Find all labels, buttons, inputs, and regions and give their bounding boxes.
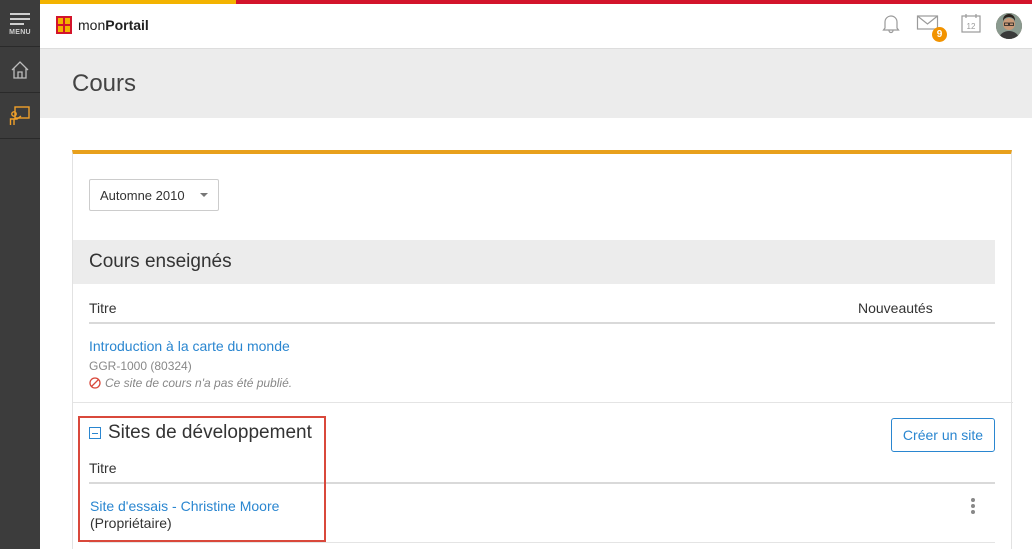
left-sidebar: MENU [0, 0, 40, 549]
menu-icon [10, 10, 30, 28]
calendar-button[interactable]: 12 [960, 12, 982, 39]
brand[interactable]: mon Portail [56, 16, 149, 34]
user-photo-icon [996, 12, 1022, 39]
more-options-icon[interactable] [971, 498, 975, 516]
messages-button[interactable]: 9 [916, 13, 947, 42]
menu-label: MENU [9, 29, 31, 36]
top-actions: 9 12 [866, 12, 1022, 42]
messages-badge: 9 [932, 27, 947, 42]
brand-stripe [40, 0, 1032, 4]
create-site-button[interactable]: Créer un site [891, 418, 995, 452]
brand-name: Portail [105, 17, 149, 33]
not-published-icon [89, 377, 101, 389]
taught-header-rule [89, 322, 995, 324]
avatar[interactable] [996, 12, 1022, 39]
page-title: Cours [72, 70, 137, 97]
university-logo-icon [56, 16, 72, 34]
course-status-text: Ce site de cours n'a pas été publié. [105, 376, 293, 390]
highlight-box [78, 416, 326, 542]
caret-down-icon [200, 193, 208, 197]
notifications-button[interactable] [880, 12, 902, 39]
page-header: Cours [40, 50, 1032, 118]
taught-section-header: Cours enseignés [73, 240, 995, 284]
course-status: Ce site de cours n'a pas été publié. [89, 376, 292, 390]
taught-section-title: Cours enseignés [89, 251, 232, 272]
bell-icon [882, 15, 900, 34]
sidebar-item-courses[interactable] [0, 93, 40, 139]
section-divider [73, 402, 1013, 403]
taught-col-title: Titre [89, 300, 117, 316]
brand-prefix: mon [78, 17, 106, 33]
calendar-icon: 12 [961, 14, 981, 33]
sidebar-item-home[interactable] [0, 47, 40, 93]
session-select[interactable]: Automne 2010 [89, 179, 219, 211]
dev-row-rule [89, 542, 995, 543]
menu-button[interactable]: MENU [0, 0, 40, 47]
calendar-day: 12 [967, 22, 976, 31]
top-bar: mon Portail 9 12 [40, 0, 1032, 49]
home-icon [11, 60, 29, 79]
course-link[interactable]: Introduction à la carte du monde [89, 338, 290, 354]
session-select-value: Automne 2010 [100, 188, 185, 203]
taught-col-news: Nouveautés [858, 300, 933, 316]
teacher-board-icon [9, 105, 30, 125]
course-code: GGR-1000 (80324) [89, 359, 192, 373]
